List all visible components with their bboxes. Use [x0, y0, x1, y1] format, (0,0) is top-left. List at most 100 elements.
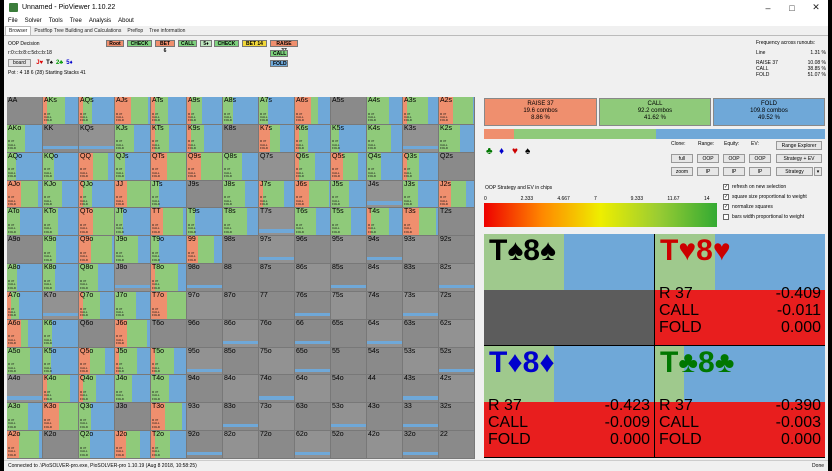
hand-cell[interactable]: A3o R 37 CALL FOLD: [7, 403, 42, 431]
hand-cell[interactable]: 66: [295, 319, 330, 347]
menu-tree[interactable]: Tree: [70, 18, 82, 24]
hand-cell[interactable]: 84o: [223, 375, 258, 403]
normalize-checkbox[interactable]: ✓ normalize squares: [723, 204, 773, 210]
hand-cell[interactable]: T6s R 37 CALL FOLD: [295, 208, 330, 236]
nav-node-bet-14[interactable]: BET 14: [242, 40, 267, 47]
hand-cell[interactable]: A2o R 37 CALL FOLD: [7, 431, 42, 458]
strategy-ev-button[interactable]: Strategy + EV: [776, 154, 822, 163]
hand-cell[interactable]: K9s R 37 CALL FOLD: [187, 124, 222, 152]
hand-cell[interactable]: J2s R 37 CALL FOLD: [439, 180, 474, 208]
hand-cell[interactable]: K2o: [43, 431, 78, 458]
hand-cell[interactable]: 33: [403, 403, 438, 431]
hand-cell[interactable]: 53o: [331, 403, 366, 431]
menu-file[interactable]: File: [8, 18, 18, 24]
hand-cell[interactable]: AKo R 37 CALL FOLD: [7, 124, 42, 152]
hand-cell[interactable]: 63s: [403, 319, 438, 347]
nav-node-check[interactable]: CHECK: [214, 40, 239, 47]
hand-cell[interactable]: 54s: [367, 347, 402, 375]
hand-cell[interactable]: 63o: [295, 403, 330, 431]
hand-cell[interactable]: K3o R 37 CALL FOLD: [43, 403, 78, 431]
nav-node-root[interactable]: Root: [106, 40, 124, 47]
tab-postflop-tree[interactable]: Postflop Tree Building and Calculations: [31, 27, 124, 35]
hand-cell[interactable]: A7s R 37 CALL FOLD: [259, 97, 294, 124]
hand-cell[interactable]: J3s R 37 CALL FOLD: [403, 180, 438, 208]
hand-cell[interactable]: Q7o R 37 CALL FOLD: [79, 291, 114, 319]
hand-cell[interactable]: T2o R 37 CALL FOLD: [151, 431, 186, 458]
hand-cell[interactable]: J8s R 37 CALL FOLD: [223, 180, 258, 208]
hand-cell[interactable]: 95s: [331, 236, 366, 264]
hand-cell[interactable]: 22: [439, 431, 474, 458]
full-button[interactable]: full: [671, 154, 693, 163]
hand-cell[interactable]: A5o R 37 CALL FOLD: [7, 347, 42, 375]
hand-cell[interactable]: J7s R 37 CALL FOLD: [259, 180, 294, 208]
hand-cell[interactable]: J2o R 37 CALL FOLD: [115, 431, 150, 458]
hand-cell[interactable]: 85s: [331, 264, 366, 291]
hand-cell[interactable]: 74o: [259, 375, 294, 403]
hand-cell[interactable]: 88: [223, 264, 258, 291]
hand-cell[interactable]: K3s: [403, 124, 438, 152]
hand-cell[interactable]: 32s: [439, 403, 474, 431]
hand-cell[interactable]: 96o: [187, 319, 222, 347]
hand-cell[interactable]: KJo R 37 CALL FOLD: [43, 180, 78, 208]
hand-cell[interactable]: Q3o R 37 CALL FOLD: [79, 403, 114, 431]
hand-cell[interactable]: K6s R 37 CALL FOLD: [295, 124, 330, 152]
menu-solver[interactable]: Solver: [25, 18, 42, 24]
hand-cell[interactable]: T5o R 37 CALL FOLD: [151, 347, 186, 375]
hand-cell[interactable]: ATo R 37 CALL FOLD: [7, 208, 42, 236]
strategy-dropdown[interactable]: Strategy: [776, 167, 813, 176]
hand-cell[interactable]: Q4s R 37 CALL FOLD: [367, 152, 402, 180]
hand-cell[interactable]: J9o R 37 CALL FOLD: [115, 236, 150, 264]
club-filter-icon[interactable]: ♣: [486, 146, 493, 157]
hand-cell[interactable]: 93o: [187, 403, 222, 431]
hand-cell[interactable]: Q5o R 37 CALL FOLD: [79, 347, 114, 375]
hand-cell[interactable]: 52s: [439, 347, 474, 375]
heart-filter-icon[interactable]: ♥: [512, 146, 518, 157]
spade-filter-icon[interactable]: ♠: [525, 146, 530, 157]
equity-oop-button[interactable]: OOP: [723, 154, 745, 163]
hand-cell[interactable]: JJ R 37 CALL FOLD: [115, 180, 150, 208]
hand-cell[interactable]: 64o: [295, 375, 330, 403]
hand-cell[interactable]: A4o: [7, 375, 42, 403]
menu-analysis[interactable]: Analysis: [89, 18, 111, 24]
range-oop-button[interactable]: OOP: [697, 154, 719, 163]
hand-cell[interactable]: 42s: [439, 375, 474, 403]
hand-cell[interactable]: K4s R 37 CALL FOLD: [367, 124, 402, 152]
hand-cell[interactable]: Q8s R 37 CALL FOLD: [223, 152, 258, 180]
hand-cell[interactable]: 86s: [295, 264, 330, 291]
hand-cell[interactable]: Q7s: [259, 152, 294, 180]
hand-cell[interactable]: JTs R 37 CALL FOLD: [151, 180, 186, 208]
ev-ip-button[interactable]: IP: [749, 167, 771, 176]
nav-node-call[interactable]: CALL: [270, 50, 288, 57]
hand-cell[interactable]: Q6s R 37 CALL FOLD: [295, 152, 330, 180]
hand-cell[interactable]: KQo R 37 CALL FOLD: [43, 152, 78, 180]
hand-cell[interactable]: 82s: [439, 264, 474, 291]
hand-cell[interactable]: 76o: [259, 319, 294, 347]
hand-cell[interactable]: KTs R 37 CALL FOLD: [151, 124, 186, 152]
hand-cell[interactable]: AQo R 37 CALL FOLD: [7, 152, 42, 180]
hand-cell[interactable]: 82o: [223, 431, 258, 458]
hand-cell[interactable]: J8o: [115, 264, 150, 291]
hand-cell[interactable]: Q9s R 37 CALL FOLD: [187, 152, 222, 180]
hand-cell[interactable]: 53s: [403, 347, 438, 375]
hand-cell[interactable]: Q2s: [439, 152, 474, 180]
hand-cell[interactable]: J4s: [367, 180, 402, 208]
hand-cell[interactable]: 94s: [367, 236, 402, 264]
nav-node-raise-37[interactable]: RAISE 37: [270, 40, 298, 54]
hand-cell[interactable]: 99 R 37 CALL FOLD: [187, 236, 222, 264]
hand-cell[interactable]: K5s R 37 CALL FOLD: [331, 124, 366, 152]
hand-cell[interactable]: K6o R 37 CALL FOLD: [43, 319, 78, 347]
hand-cell[interactable]: KTo R 37 CALL FOLD: [43, 208, 78, 236]
summary-call[interactable]: CALL 92.2 combos 41.62 %: [599, 98, 711, 126]
range-explorer-button[interactable]: Range Explorer: [776, 141, 822, 150]
hand-cell[interactable]: 85o: [223, 347, 258, 375]
hand-cell[interactable]: 55: [331, 347, 366, 375]
combo-quadrant[interactable]: T♣8♣ R 37 -0.390 CALL -0.003 FOLD 0.000: [655, 346, 825, 457]
hand-cell[interactable]: AA: [7, 97, 42, 124]
hand-cell[interactable]: 73o: [259, 403, 294, 431]
close-icon[interactable]: ✕: [804, 0, 828, 15]
hand-cell[interactable]: 83o: [223, 403, 258, 431]
hand-cell[interactable]: K7s R 37 CALL FOLD: [259, 124, 294, 152]
hand-cell[interactable]: AJs R 37 CALL FOLD: [115, 97, 150, 124]
hand-cell[interactable]: 92o: [187, 431, 222, 458]
hand-cell[interactable]: T9o R 37 CALL FOLD: [151, 236, 186, 264]
